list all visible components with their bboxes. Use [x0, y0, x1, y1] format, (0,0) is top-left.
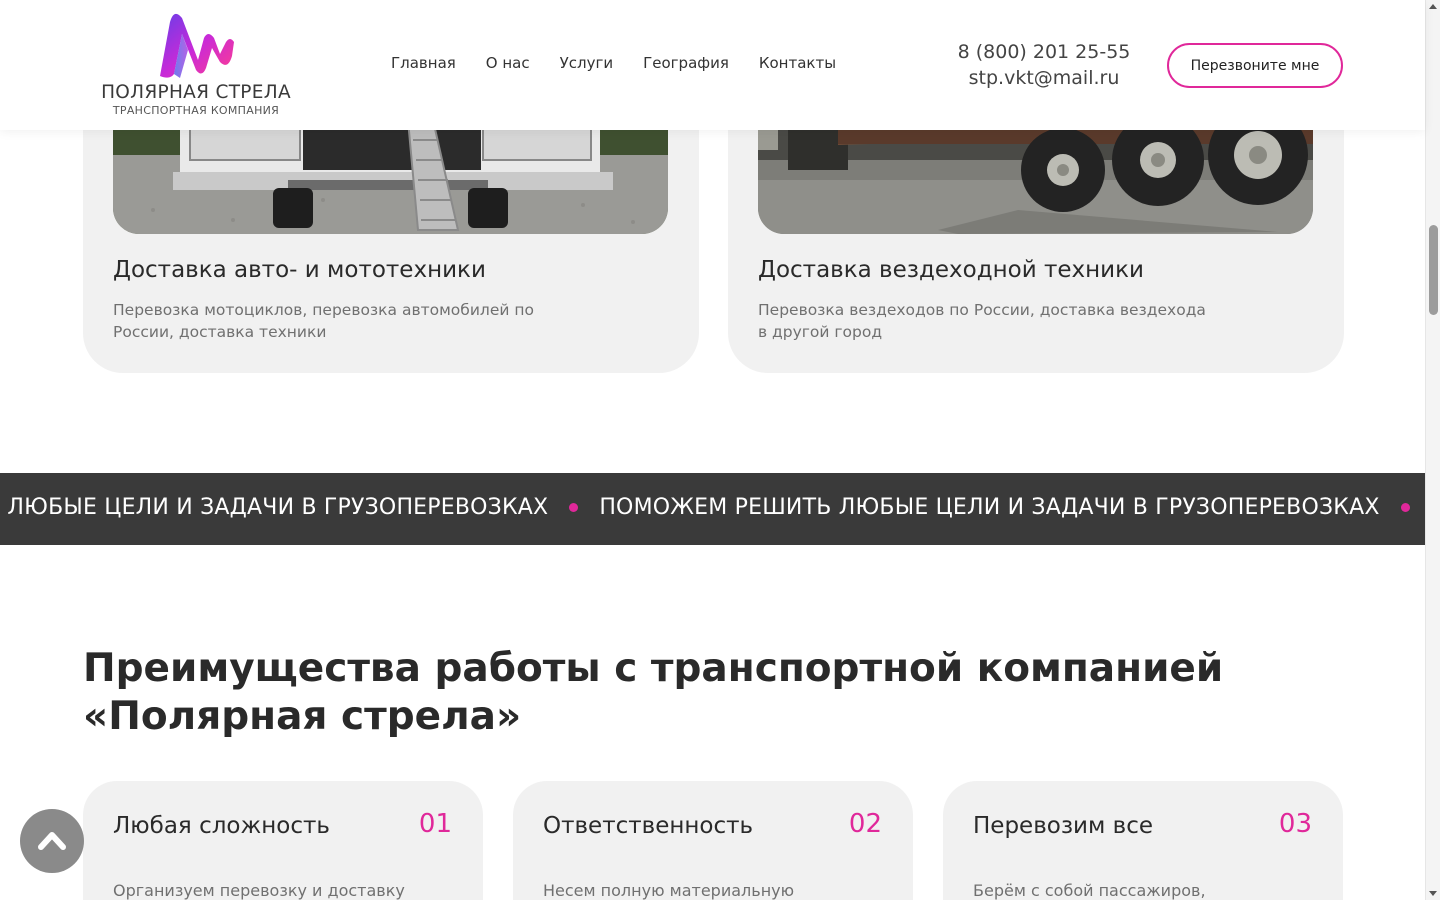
scroll-up-arrow-icon[interactable]: [1429, 4, 1437, 9]
brand-tagline: ТРАНСПОРТНАЯ КОМПАНИЯ: [112, 104, 280, 117]
main-nav: Главная О нас Услуги География Контакты: [391, 54, 836, 72]
advantage-number: 02: [848, 809, 882, 839]
chevron-up-icon: [38, 832, 66, 850]
email-link[interactable]: stp.vkt@mail.ru: [950, 65, 1138, 91]
logo-m-icon: [160, 13, 234, 78]
bullet-dot-icon: [1400, 503, 1410, 512]
page-scrollbar[interactable]: [1425, 0, 1440, 900]
marquee-text: ПОМОЖЕМ РЕШИТЬ ЛЮБЫЕ ЦЕЛИ И ЗАДАЧИ В ГРУ…: [0, 495, 549, 520]
advantage-card: Любая сложность 01 Организуем перевозку …: [83, 781, 483, 900]
marquee-text: ПОМОЖЕМ РЕШИТЬ ЛЮБЫЕ ЦЕЛИ И ЗАДАЧИ В ГРУ…: [599, 495, 1380, 520]
service-title: Доставка авто- и мототехники: [113, 257, 486, 283]
marquee-banner: ПОМОЖЕМ РЕШИТЬ ЛЮБЫЕ ЦЕЛИ И ЗАДАЧИ В ГРУ…: [0, 473, 1425, 545]
advantage-title: Ответственность: [543, 813, 754, 839]
service-description: Перевозка мотоциклов, перевозка автомоби…: [113, 301, 534, 341]
marquee-track: ПОМОЖЕМ РЕШИТЬ ЛЮБЫЕ ЦЕЛИ И ЗАДАЧИ В ГРУ…: [0, 495, 1425, 520]
phone-link[interactable]: 8 (800) 201 25-55: [950, 39, 1138, 65]
advantages-heading-bold: Преимущества работы: [83, 646, 601, 691]
advantage-number: 03: [1278, 809, 1312, 839]
advantage-text: Несем полную материальную: [543, 881, 795, 900]
brand-name: ПОЛЯРНАЯ СТРЕЛА: [101, 82, 291, 103]
header-contacts: 8 (800) 201 25-55 stp.vkt@mail.ru: [950, 39, 1138, 91]
advantage-title: Любая сложность: [113, 813, 330, 839]
nav-item-contacts[interactable]: Контакты: [759, 54, 836, 72]
callback-button[interactable]: Перезвоните мне: [1167, 43, 1343, 88]
bullet-dot-icon: [569, 503, 579, 512]
nav-item-home[interactable]: Главная: [391, 54, 456, 72]
scroll-down-arrow-icon[interactable]: [1429, 891, 1437, 896]
nav-item-about[interactable]: О нас: [486, 54, 530, 72]
scroll-thumb[interactable]: [1429, 225, 1438, 315]
back-to-top-button[interactable]: [20, 809, 84, 873]
nav-item-geography[interactable]: География: [643, 54, 729, 72]
service-title: Доставка вездеходной техники: [758, 257, 1144, 283]
site-header: ПОЛЯРНАЯ СТРЕЛА ТРАНСПОРТНАЯ КОМПАНИЯ Гл…: [0, 0, 1425, 130]
nav-item-services[interactable]: Услуги: [560, 54, 613, 72]
advantages-heading: Преимущества работы с транспортной компа…: [83, 645, 1283, 741]
advantage-card: Ответственность 02 Несем полную материал…: [513, 781, 913, 900]
service-description: Перевозка вездеходов по России, доставка…: [758, 301, 1206, 341]
advantage-text: Организуем перевозку и доставку: [113, 881, 405, 900]
advantage-card: Перевозим все 03 Берём с собой пассажиро…: [943, 781, 1343, 900]
advantage-text: Берём с собой пассажиров,: [973, 881, 1206, 900]
advantage-title: Перевозим все: [973, 813, 1154, 839]
logo[interactable]: ПОЛЯРНАЯ СТРЕЛА ТРАНСПОРТНАЯ КОМПАНИЯ: [88, 8, 304, 124]
advantage-number: 01: [418, 809, 452, 839]
